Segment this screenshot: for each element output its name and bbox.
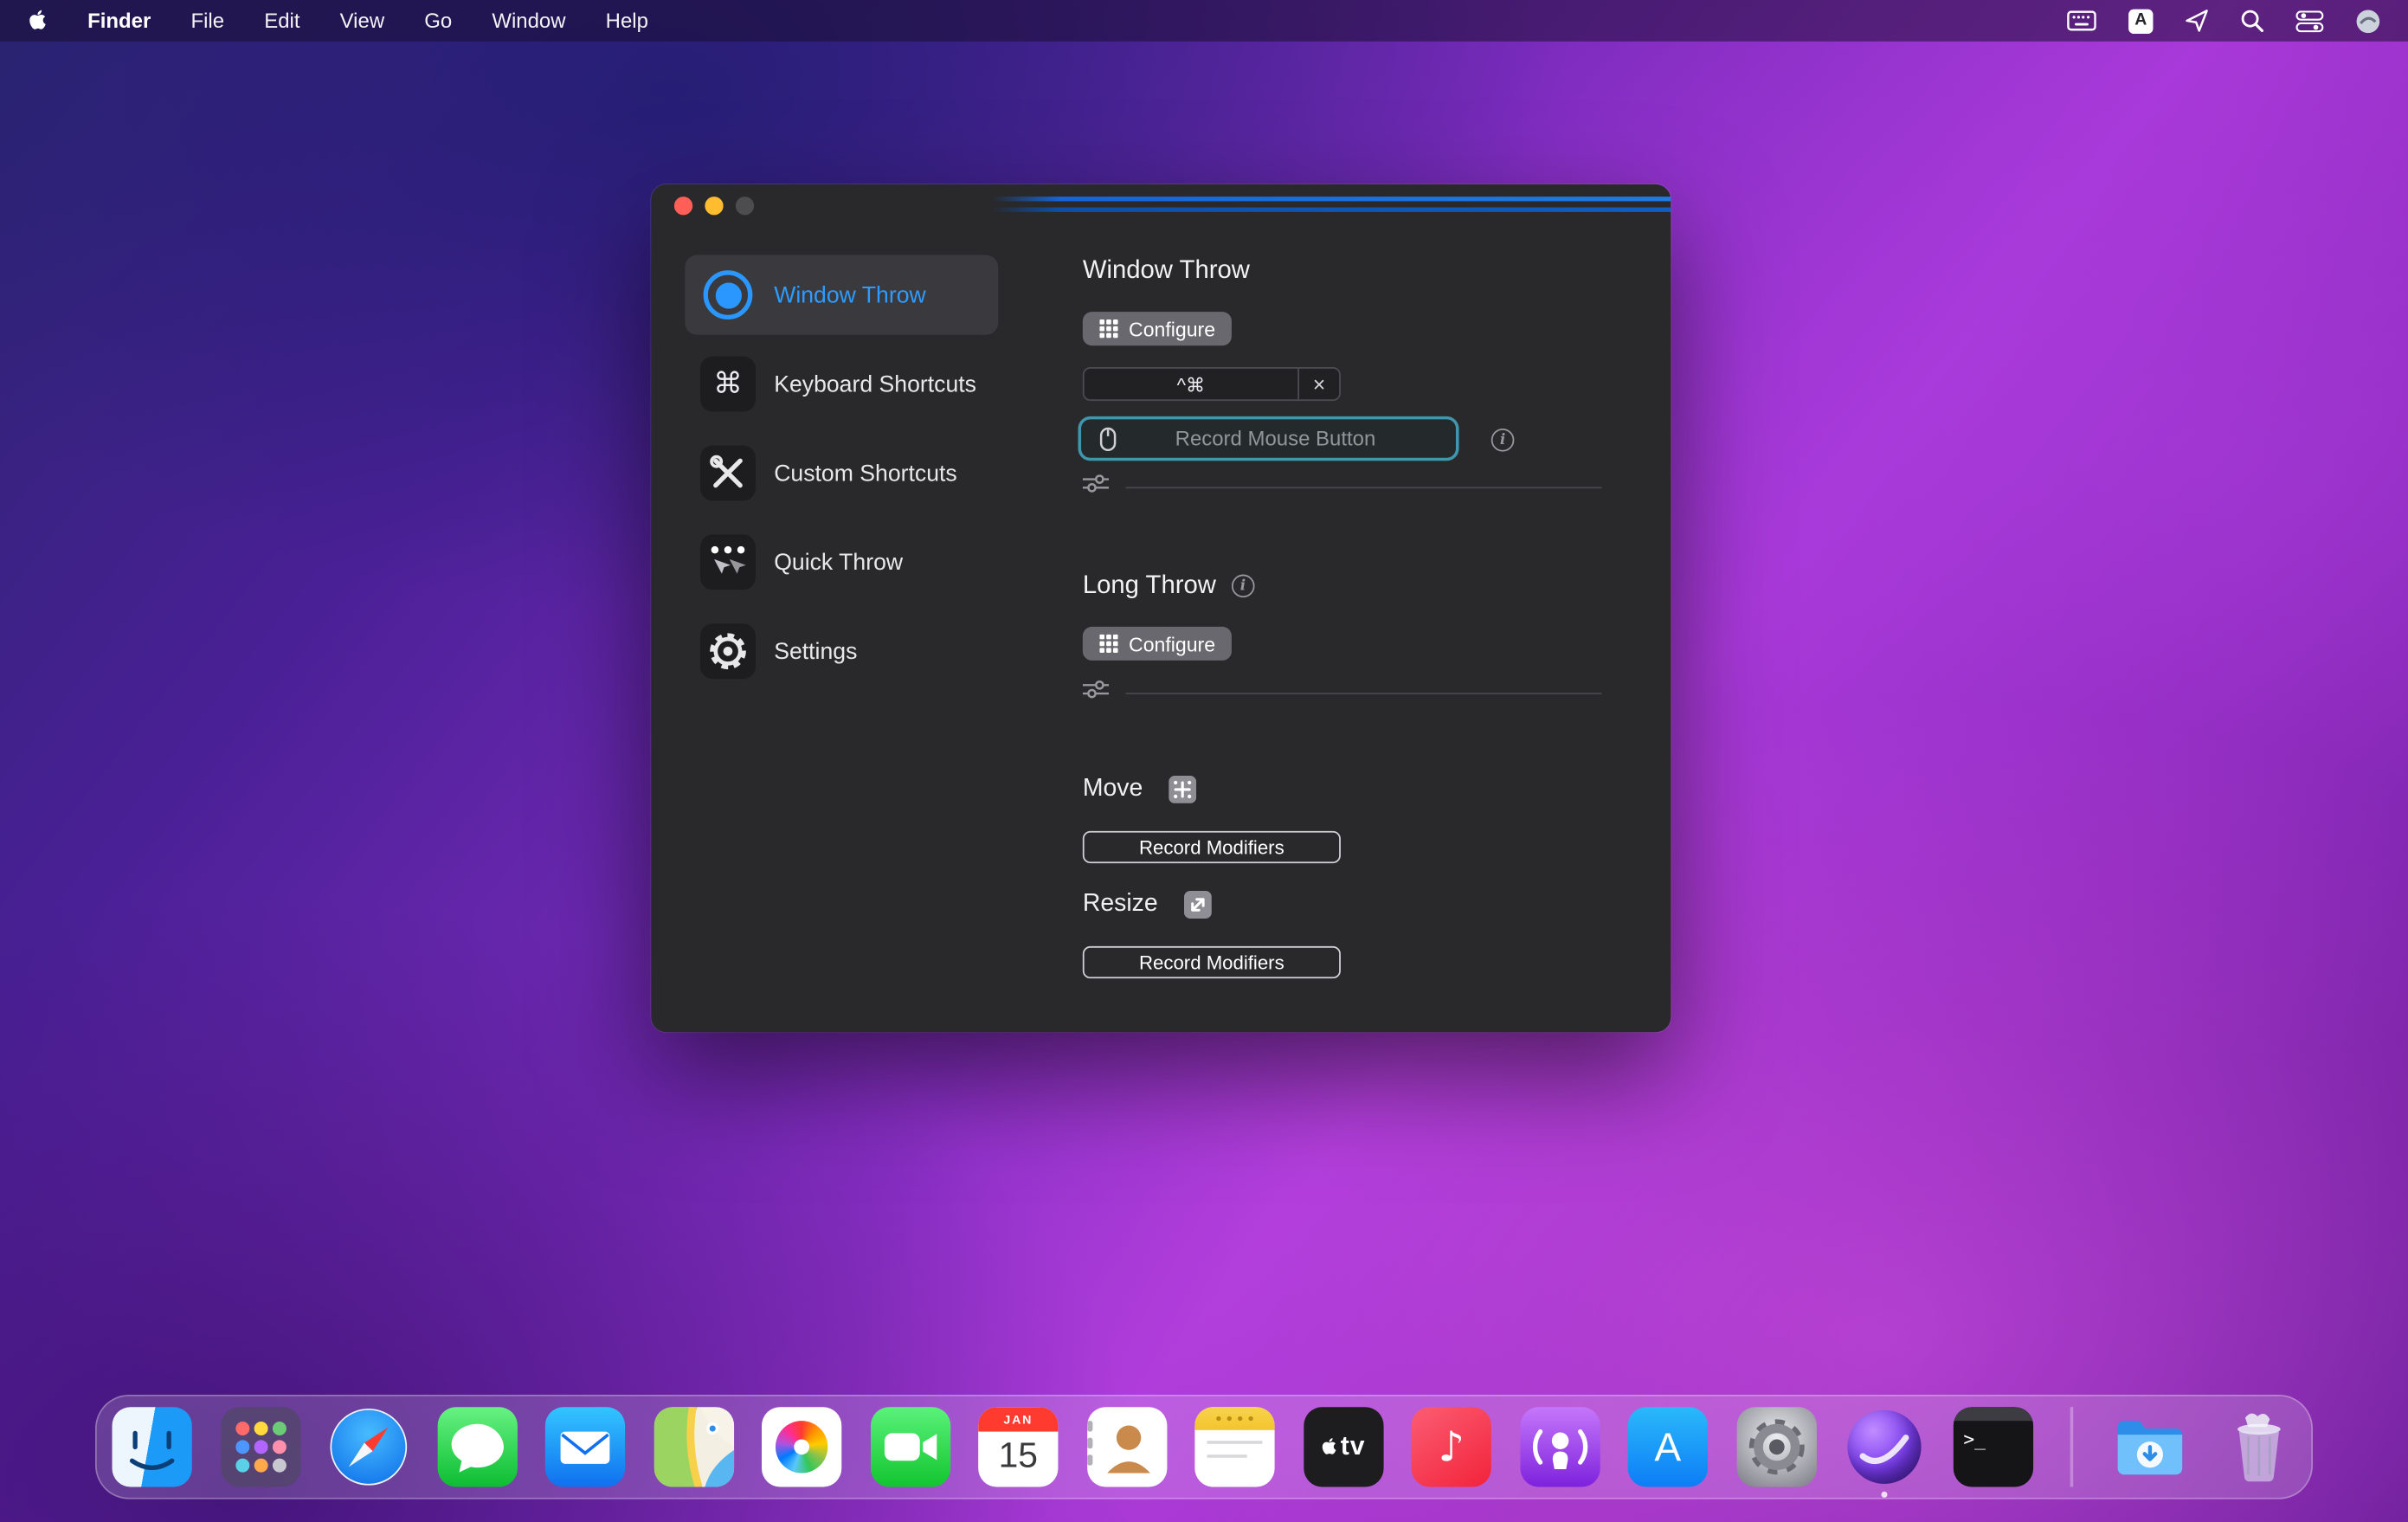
- tv-label: tv: [1341, 1432, 1366, 1462]
- dock-item-safari[interactable]: [329, 1407, 409, 1487]
- sidebar-item-quick-throw[interactable]: Quick Throw: [685, 522, 998, 602]
- dock-item-calendar[interactable]: JAN 15: [978, 1407, 1058, 1487]
- advanced-options-icon-long-throw[interactable]: [1083, 679, 1109, 706]
- info-icon-long-throw[interactable]: i: [1232, 575, 1255, 598]
- resize-diagonal-icon: [1184, 891, 1212, 919]
- sidebar-item-keyboard-shortcuts[interactable]: ⌘ Keyboard Shortcuts: [685, 344, 998, 423]
- mouse-icon: [1099, 426, 1117, 450]
- dock: JAN 15 tv ♪ A: [95, 1395, 2313, 1499]
- running-indicator: [1881, 1492, 1887, 1498]
- window-content: Window Throw Configure ^⌘ × Record Mouse…: [1083, 184, 1602, 1032]
- settings-window: Window Throw ⌘ Keyboard Shortcuts Custom…: [651, 184, 1671, 1032]
- dock-item-music[interactable]: ♪: [1412, 1407, 1491, 1487]
- terminal-prompt: >_: [1963, 1428, 2032, 1450]
- move-record-modifiers-button[interactable]: Record Modifiers: [1083, 831, 1341, 863]
- window-throw-heading: Window Throw: [1083, 256, 1250, 286]
- minimize-button[interactable]: [705, 197, 723, 215]
- dock-item-system-preferences[interactable]: [1736, 1407, 1816, 1487]
- clear-shortcut-button[interactable]: ×: [1299, 369, 1339, 399]
- dock-item-podcasts[interactable]: [1520, 1407, 1600, 1487]
- music-note-icon: ♪: [1438, 1423, 1465, 1471]
- record-mouse-button-field[interactable]: Record Mouse Button: [1078, 416, 1459, 461]
- menu-file[interactable]: File: [190, 10, 224, 33]
- grid-icon: [1099, 319, 1117, 338]
- siri-icon[interactable]: [2356, 9, 2380, 33]
- app-store-a: A: [1654, 1423, 1681, 1471]
- notes-header: [1194, 1407, 1274, 1430]
- record-mouse-placeholder: Record Mouse Button: [1117, 427, 1434, 450]
- dock-item-photos[interactable]: [762, 1407, 841, 1487]
- purple-sphere-icon: [1847, 1410, 1921, 1484]
- gear-icon: [700, 623, 756, 679]
- menu-window[interactable]: Window: [492, 10, 565, 33]
- control-center-icon[interactable]: [2295, 10, 2323, 32]
- dock-item-apple-tv[interactable]: tv: [1303, 1407, 1382, 1487]
- long-throw-heading: Long Throw i: [1083, 571, 1254, 601]
- sidebar-item-window-throw[interactable]: Window Throw: [685, 255, 998, 335]
- dock-item-contacts[interactable]: [1086, 1407, 1166, 1487]
- dock-item-messages[interactable]: [437, 1407, 517, 1487]
- grid-icon: [1099, 635, 1117, 653]
- sidebar-item-custom-shortcuts[interactable]: Custom Shortcuts: [685, 433, 998, 513]
- sidebar-item-settings[interactable]: Settings: [685, 611, 998, 691]
- apple-icon: [1321, 1437, 1338, 1457]
- sidebar: Window Throw ⌘ Keyboard Shortcuts Custom…: [685, 255, 998, 701]
- apple-icon: [28, 9, 48, 33]
- tools-icon: [700, 446, 756, 501]
- shortcut-value: ^⌘: [1085, 369, 1298, 399]
- location-icon[interactable]: [2186, 10, 2209, 33]
- menu-go[interactable]: Go: [424, 10, 452, 33]
- window-throw-configure-button[interactable]: Configure: [1083, 312, 1233, 345]
- info-icon-mouse[interactable]: i: [1491, 429, 1515, 452]
- resize-record-modifiers-button[interactable]: Record Modifiers: [1083, 946, 1341, 978]
- apple-menu[interactable]: [28, 9, 48, 33]
- dock-item-notes[interactable]: [1194, 1407, 1274, 1487]
- quick-throw-icon: [700, 534, 756, 590]
- dock-item-app-store[interactable]: A: [1628, 1407, 1708, 1487]
- move-row: Move: [1083, 776, 1197, 803]
- traffic-lights: [674, 197, 754, 215]
- long-throw-configure-button[interactable]: Configure: [1083, 627, 1233, 661]
- calendar-month: JAN: [978, 1407, 1058, 1431]
- compass-icon: [330, 1409, 407, 1486]
- zoom-button[interactable]: [736, 197, 754, 215]
- keyboard-shortcut-field[interactable]: ^⌘ ×: [1083, 367, 1341, 401]
- dock-item-terminal[interactable]: >_: [1953, 1407, 2032, 1487]
- search-icon[interactable]: [2241, 10, 2264, 33]
- dock-item-maps[interactable]: [654, 1407, 733, 1487]
- menu-view[interactable]: View: [340, 10, 385, 33]
- dock-item-finder[interactable]: [113, 1407, 192, 1487]
- dock-item-facetime[interactable]: [870, 1407, 950, 1487]
- menu-bar-status: A: [2067, 9, 2380, 33]
- menu-bar: Finder File Edit View Go Window Help A: [0, 0, 2408, 42]
- divider: [1126, 487, 1602, 488]
- advanced-options-icon-window-throw[interactable]: [1083, 473, 1109, 500]
- input-source-icon[interactable]: A: [2128, 9, 2153, 33]
- keyboard-icon[interactable]: [2067, 10, 2096, 30]
- close-button[interactable]: [674, 197, 692, 215]
- desktop: Finder File Edit View Go Window Help A: [0, 0, 2408, 1522]
- dock-item-window-manager-app[interactable]: [1845, 1407, 1924, 1487]
- dock-item-downloads[interactable]: [2110, 1407, 2190, 1487]
- dock-separator: [2070, 1407, 2073, 1487]
- divider: [1126, 693, 1602, 694]
- window-throw-icon: [700, 268, 756, 323]
- dock-item-trash[interactable]: [2218, 1407, 2298, 1487]
- app-menu-finder[interactable]: Finder: [87, 10, 151, 33]
- dock-item-launchpad[interactable]: [221, 1407, 300, 1487]
- command-icon: ⌘: [700, 357, 756, 412]
- resize-row: Resize: [1083, 891, 1212, 919]
- move-grid-icon: [1169, 776, 1196, 803]
- menu-help[interactable]: Help: [606, 10, 648, 33]
- dock-item-mail[interactable]: [545, 1407, 625, 1487]
- resize-heading: Resize: [1083, 891, 1158, 919]
- move-heading: Move: [1083, 776, 1143, 803]
- calendar-day: 15: [978, 1435, 1058, 1476]
- menu-edit[interactable]: Edit: [264, 10, 299, 33]
